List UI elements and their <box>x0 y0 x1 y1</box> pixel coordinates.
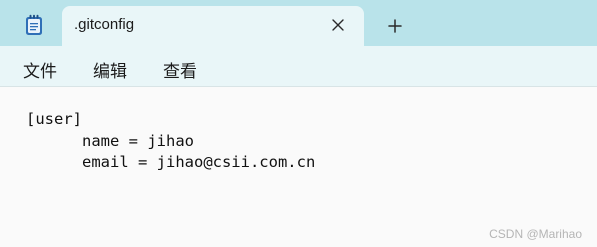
menu-bar: 文件 编辑 查看 <box>0 46 597 87</box>
menu-file[interactable]: 文件 <box>23 57 57 82</box>
editor-line: [user] <box>26 110 82 128</box>
tab-strip: .gitconfig <box>0 0 597 46</box>
tab-title: .gitconfig <box>74 16 135 33</box>
editor-content: [user] name = jihao email = jihao@csii.c… <box>26 109 315 174</box>
notepad-icon <box>24 14 44 36</box>
menu-edit[interactable]: 编辑 <box>93 57 127 82</box>
tab-gitconfig[interactable]: .gitconfig <box>62 6 364 46</box>
menu-view[interactable]: 查看 <box>163 57 197 82</box>
editor-line: email = jihao@csii.com.cn <box>26 153 316 171</box>
close-icon[interactable] <box>330 17 346 33</box>
notepad-window: .gitconfig 文件 编辑 查看 [user] name = jihao … <box>0 0 597 247</box>
plus-icon[interactable] <box>387 18 403 34</box>
watermark: CSDN @Marihao <box>489 227 582 241</box>
text-editor[interactable]: [user] name = jihao email = jihao@csii.c… <box>0 87 597 247</box>
editor-line: name = jihao <box>26 131 194 150</box>
